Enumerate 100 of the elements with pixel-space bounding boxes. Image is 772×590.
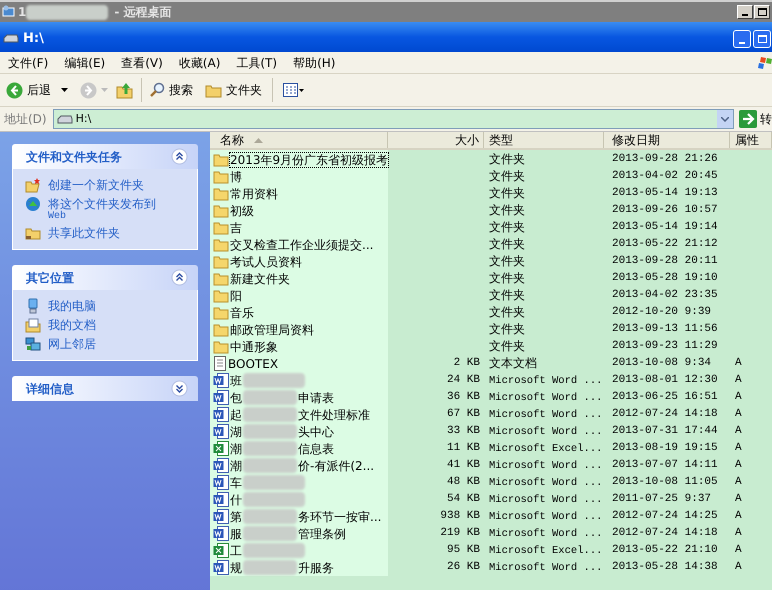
file-row[interactable]: 包 申请表 36 KB Microsoft Word ... 2013-06-25 16:51 A: [210, 389, 772, 406]
folder-icon: [205, 82, 222, 98]
task-link[interactable]: 我的文档: [48, 317, 96, 333]
size-cell-text: 36 KB: [446, 390, 480, 406]
dropdown-button[interactable]: [717, 110, 733, 128]
file-row[interactable]: 工 95 KB Microsoft Excel... 2013-05-22 21:10 A: [210, 542, 772, 559]
menu-item[interactable]: 查看(V): [113, 54, 171, 72]
file-row[interactable]: 潮 信息表 11 KB Microsoft Excel... 2013-08-19 19:15 A: [210, 440, 772, 457]
file-row[interactable]: 考试人员资料 文件夹 2013-09-28 20:11: [210, 253, 772, 270]
search-button[interactable]: 搜索: [149, 81, 193, 99]
menu-item[interactable]: 文件(F): [0, 54, 56, 72]
remote-desktop-icon: [2, 5, 16, 19]
panel-title: 文件和文件夹任务: [26, 148, 122, 166]
file-row[interactable]: BOOTEX 2 KB 文本文档 2013-10-08 9:34 A: [210, 355, 772, 372]
word-document-icon: [213, 475, 229, 490]
folder-icon: [213, 322, 229, 336]
panel-header[interactable]: 详细信息: [12, 376, 198, 401]
folder-icon: [213, 238, 229, 252]
minimize-icon: [739, 42, 745, 44]
attribute-cell: A: [735, 357, 742, 370]
word-document-icon: [213, 458, 229, 473]
column-header[interactable]: 名称: [210, 132, 388, 148]
column-header[interactable]: 大小: [388, 132, 484, 148]
date-cell: 2013-05-28 19:10: [612, 272, 718, 284]
file-row[interactable]: 常用资料 文件夹 2013-05-14 19:13: [210, 185, 772, 202]
file-row[interactable]: 新建文件夹 文件夹 2013-05-28 19:10: [210, 270, 772, 287]
collapse-chevron-icon[interactable]: [171, 269, 188, 286]
type-cell: 文件夹: [489, 186, 525, 200]
file-row[interactable]: 班 24 KB Microsoft Word ... 2013-08-01 12:30 A: [210, 372, 772, 389]
folder-icon: [213, 340, 229, 354]
up-folder-icon[interactable]: [116, 81, 134, 99]
type-cell: 文件夹: [489, 152, 525, 166]
file-row[interactable]: 阳 文件夹 2013-04-02 23:35: [210, 287, 772, 304]
file-row[interactable]: 中通形象 文件夹 2013-09-23 11:29: [210, 338, 772, 355]
dropdown-caret-icon[interactable]: [61, 88, 68, 92]
task-link[interactable]: 将这个文件夹发布到 Web: [48, 196, 156, 222]
minimize-button[interactable]: [737, 5, 753, 19]
type-cell: Microsoft Word ...: [489, 476, 602, 489]
collapse-chevron-icon[interactable]: [171, 148, 188, 165]
attribute-cell: A: [735, 476, 742, 488]
file-row[interactable]: 音乐 文件夹 2012-10-20 9:39: [210, 304, 772, 321]
column-header[interactable]: 属性: [730, 132, 772, 148]
file-row[interactable]: 什 54 KB Microsoft Word ... 2011-07-25 9:37 A: [210, 491, 772, 508]
file-name: 第: [230, 510, 242, 524]
word-document-icon: [213, 492, 229, 507]
task-link[interactable]: 共享此文件夹: [48, 225, 120, 241]
column-header[interactable]: 类型: [484, 132, 604, 148]
maximize-button[interactable]: [754, 5, 770, 19]
file-row[interactable]: 邮政管理局资料 文件夹 2013-09-13 11:56: [210, 321, 772, 338]
file-name: 务环节一按审...: [298, 508, 382, 526]
file-name: 申请表: [298, 390, 334, 406]
task-link[interactable]: 我的电脑: [48, 298, 96, 314]
file-row[interactable]: 交叉检查工作企业须提交... 文件夹 2013-05-22 21:12: [210, 236, 772, 253]
column-header[interactable]: 修改日期: [604, 132, 730, 148]
menu-item[interactable]: 工具(T): [228, 54, 286, 72]
date-cell: 2013-09-28 20:11: [612, 255, 718, 268]
date-cell: 2013-09-28 21:26: [612, 153, 718, 166]
file-name: 规: [230, 560, 242, 574]
address-label: 地址(D): [3, 111, 48, 128]
task-link[interactable]: 创建一个新文件夹: [48, 177, 144, 193]
task-link[interactable]: 网上邻居: [48, 336, 96, 352]
back-button[interactable]: 后退: [6, 81, 51, 99]
file-row[interactable]: 车 48 KB Microsoft Word ... 2013-10-08 11:05 A: [210, 474, 772, 491]
type-cell: Microsoft Word ...: [489, 460, 602, 472]
file-name: 班: [230, 374, 242, 388]
file-row[interactable]: 2013年9月份广东省初级报考 文件夹 2013-09-28 21:26: [210, 151, 772, 168]
file-row[interactable]: 第 务环节一按审... 938 KB Microsoft Word ... 2012-07-24 14:25 A: [210, 508, 772, 525]
menu-item[interactable]: 收藏(A): [170, 54, 228, 72]
view-grid-icon[interactable]: [283, 83, 305, 97]
file-row[interactable]: 初级 文件夹 2013-09-26 10:57: [210, 202, 772, 219]
panel-header[interactable]: 文件和文件夹任务: [12, 144, 198, 169]
expand-chevron-icon[interactable]: [171, 380, 188, 397]
file-row[interactable]: 博 文件夹 2013-04-02 20:45: [210, 168, 772, 185]
file-row[interactable]: 吉 文件夹 2013-05-14 19:14: [210, 219, 772, 236]
date-cell: 2013-05-22 21:10: [612, 544, 718, 556]
file-row[interactable]: 服 管理条例 219 KB Microsoft Word ... 2012-07-24 14:18 A: [210, 525, 772, 542]
file-row[interactable]: 潮 价-有派件(2... 41 KB Microsoft Word ... 2013-07-07 14:11 A: [210, 457, 772, 474]
menu-item[interactable]: 编辑(E): [56, 54, 114, 72]
type-cell: 文件夹: [489, 220, 525, 234]
size-cell-text: 54 KB: [446, 492, 480, 508]
attribute-cell: A: [735, 510, 742, 522]
folders-button[interactable]: 文件夹: [205, 81, 262, 99]
file-name: 管理条例: [298, 526, 346, 542]
menu-item[interactable]: 帮助(H): [285, 54, 344, 72]
folder-icon: [213, 186, 229, 200]
panel-title: 其它位置: [26, 270, 74, 286]
go-button[interactable]: 转: [739, 110, 772, 128]
windows-logo-icon: [758, 54, 772, 70]
text-file-icon: [213, 356, 227, 371]
file-row[interactable]: 规 升服务 26 KB Microsoft Word ... 2013-05-28 14:38 A: [210, 559, 772, 576]
folder-icon: [213, 204, 229, 218]
file-name: BOOTEX: [228, 356, 278, 370]
date-cell: 2013-07-31 17:44: [612, 425, 718, 438]
address-field[interactable]: H:\: [52, 109, 734, 129]
file-row[interactable]: 起 文件处理标准 67 KB Microsoft Word ... 2012-07-24 14:18 A: [210, 406, 772, 423]
date-cell: 2012-07-24 14:18: [612, 527, 718, 540]
panel-header[interactable]: 其它位置: [12, 265, 198, 290]
file-row[interactable]: 湖 头中心 33 KB Microsoft Word ... 2013-07-31 17:44 A: [210, 423, 772, 440]
type-cell: Microsoft Word ...: [489, 374, 602, 387]
word-document-icon: [213, 373, 229, 388]
